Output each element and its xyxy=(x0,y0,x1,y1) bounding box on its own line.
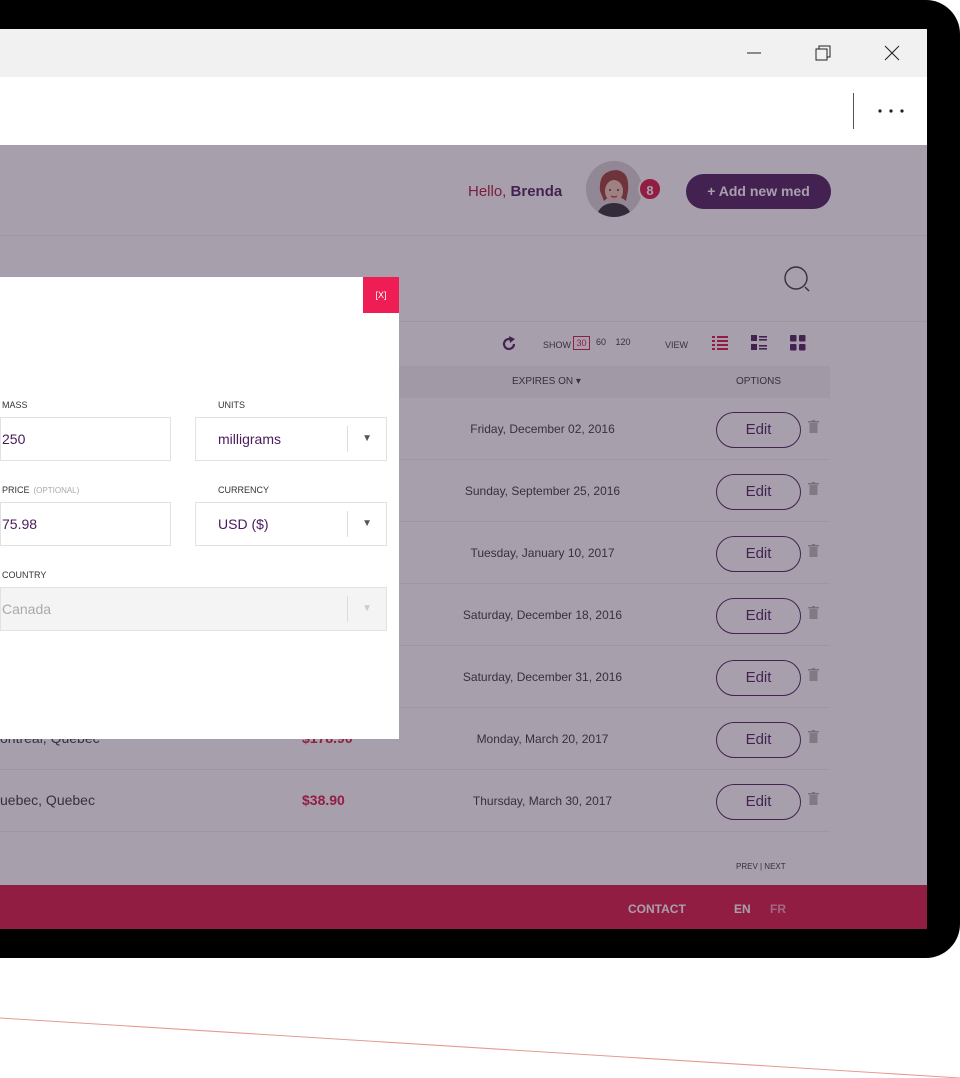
mass-field[interactable]: 250 xyxy=(0,417,171,461)
more-menu-icon[interactable] xyxy=(872,99,912,123)
browser-toolbar xyxy=(0,77,927,145)
units-select[interactable]: milligrams ▼ xyxy=(195,417,387,461)
chevron-down-icon: ▼ xyxy=(362,518,372,529)
browser-window: Hello, Brenda 8 + Add new med SHOW 30 60… xyxy=(0,29,927,929)
country-select: Canada ▼ xyxy=(0,587,387,631)
decorative-line xyxy=(0,1017,960,1078)
units-value: milligrams xyxy=(218,431,281,447)
currency-label: CURRENCY xyxy=(218,485,270,495)
units-label: UNITS xyxy=(218,400,245,410)
toolbar-divider xyxy=(853,93,854,129)
country-value: Canada xyxy=(2,601,52,617)
close-window-icon[interactable] xyxy=(877,39,907,67)
edit-med-modal: [X] MASS 250 UNITS milligrams ▼ PRICE (OP… xyxy=(0,277,399,739)
minimize-icon[interactable] xyxy=(739,39,769,67)
price-field[interactable]: 75.98 xyxy=(0,502,171,546)
price-label: PRICE (OPTIONAL) xyxy=(2,485,79,495)
select-divider xyxy=(347,596,348,622)
modal-close-button[interactable]: [X] xyxy=(363,277,399,313)
price-label-text: PRICE xyxy=(2,485,30,495)
restore-icon[interactable] xyxy=(807,39,837,67)
window-titlebar xyxy=(0,29,927,77)
currency-value: USD ($) xyxy=(218,516,269,532)
chevron-down-icon: ▼ xyxy=(362,603,372,614)
optional-hint: (OPTIONAL) xyxy=(33,486,80,495)
select-divider xyxy=(347,511,348,537)
mass-label: MASS xyxy=(2,400,28,410)
currency-select[interactable]: USD ($) ▼ xyxy=(195,502,387,546)
device-frame: Hello, Brenda 8 + Add new med SHOW 30 60… xyxy=(0,0,960,958)
chevron-down-icon: ▼ xyxy=(362,433,372,444)
country-label: COUNTRY xyxy=(2,570,47,580)
select-divider xyxy=(347,426,348,452)
